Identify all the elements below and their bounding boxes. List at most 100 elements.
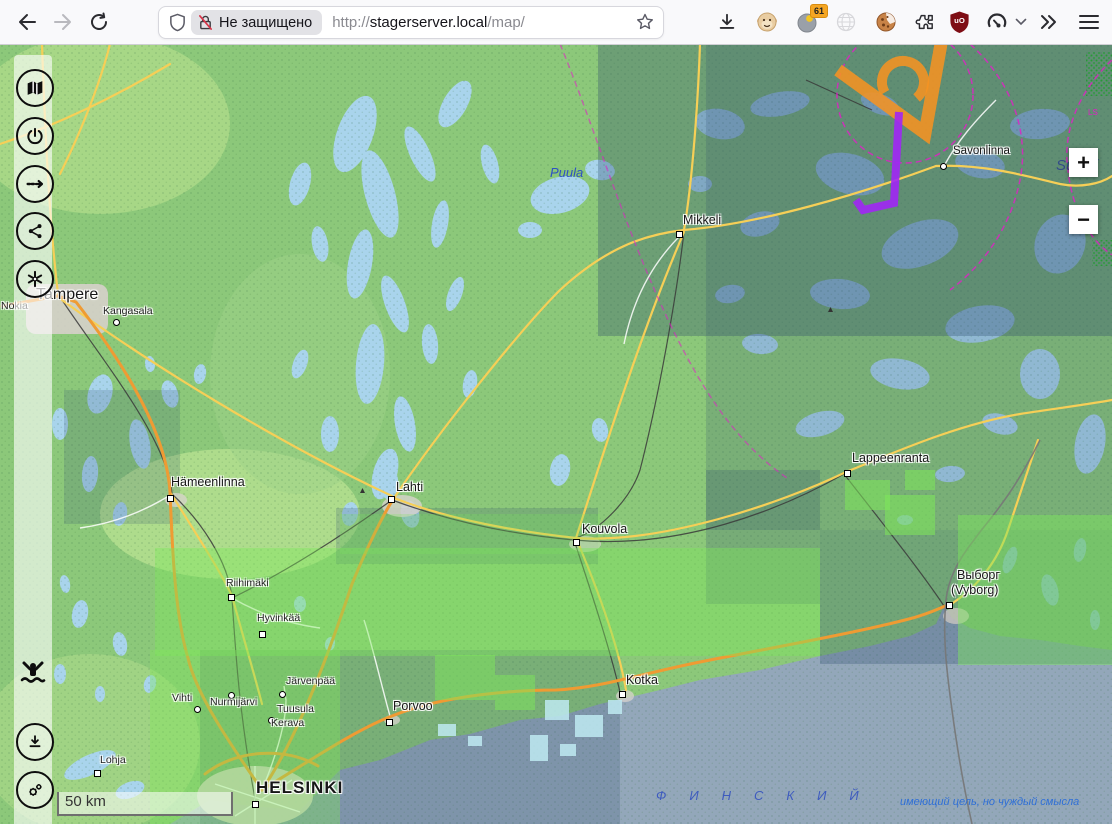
map-label: Vihti	[172, 692, 192, 704]
map-label: Kotka	[626, 673, 658, 687]
asterisk-icon	[25, 269, 45, 289]
town-marker	[386, 719, 393, 726]
globe-icon	[834, 10, 858, 34]
url-bar[interactable]: Не защищено http://stagerserver.local/ma…	[158, 6, 664, 39]
map-label: Lohja	[100, 754, 126, 766]
town-marker	[252, 801, 259, 808]
map-label: Nurmijärvi	[210, 696, 257, 708]
ublock-text: uO	[954, 16, 965, 25]
map-label: LS	[1088, 108, 1098, 117]
downloads-button[interactable]	[713, 8, 741, 36]
back-button[interactable]	[13, 8, 41, 36]
bookmark-star-button[interactable]	[635, 12, 655, 37]
reserve-hatch	[1092, 240, 1112, 266]
town-marker	[676, 231, 683, 238]
double-chevron-right-icon	[1040, 14, 1058, 30]
puzzle-piece-icon	[915, 11, 938, 34]
map-label: имеющий цель, но чуждый смысла	[900, 796, 1079, 808]
map-label: Lappeenranta	[852, 451, 929, 465]
track-play-button[interactable]	[16, 165, 54, 203]
shield-permissions-icon[interactable]	[168, 12, 187, 33]
monkey-icon	[755, 10, 779, 34]
town-marker	[946, 602, 953, 609]
town-marker	[573, 539, 580, 546]
cookie-icon	[874, 10, 898, 34]
hamburger-menu-icon	[1079, 14, 1099, 30]
share-button[interactable]	[16, 212, 54, 250]
browser-window: Не защищено http://stagerserver.local/ma…	[0, 0, 1112, 824]
dashes-arrow-icon	[24, 173, 46, 195]
gears-icon	[25, 780, 45, 800]
map-label: Porvoo	[393, 699, 433, 713]
app-menu-button[interactable]	[1075, 8, 1103, 36]
gauge-extension-button[interactable]	[983, 8, 1011, 36]
map-label: Puula	[550, 165, 583, 180]
map-label: Hämeenlinna	[171, 475, 245, 489]
town-marker	[844, 470, 851, 477]
map-label: Kerava	[271, 717, 304, 729]
toolbar-overflow-button[interactable]	[1035, 8, 1063, 36]
scale-bar: 50 km	[57, 792, 233, 816]
town-marker	[228, 594, 235, 601]
zoom-in-button[interactable]: +	[1069, 148, 1098, 177]
town-marker	[388, 496, 395, 503]
ublock-origin-button[interactable]: uO	[945, 8, 973, 36]
map-canvas[interactable]: TampereNokiaKangasalaHämeenlinnaRiihimäk…	[0, 44, 1112, 824]
map-label: Riihimäki	[226, 577, 269, 589]
url-scheme: http://	[332, 14, 370, 31]
security-pill[interactable]: Не защищено	[191, 10, 322, 35]
reload-button[interactable]	[85, 8, 113, 36]
map-label: Kouvola	[582, 522, 627, 536]
map-label: Kangasala	[103, 305, 153, 317]
url-host: stagerserver.local	[370, 14, 488, 31]
map-label: Mikkeli	[683, 213, 721, 227]
extension-dropdown-button[interactable]	[1012, 8, 1030, 36]
settings-button[interactable]	[16, 771, 54, 809]
download-icon	[25, 732, 45, 752]
download-map-button[interactable]	[16, 723, 54, 761]
url-text[interactable]: http://stagerserver.local/map/	[332, 14, 525, 31]
map-label: (Vyborg)	[951, 583, 998, 597]
folded-map-icon	[24, 77, 46, 99]
back-icon	[16, 11, 38, 33]
town-marker	[940, 163, 947, 170]
cookie-extension-button[interactable]	[872, 8, 900, 36]
forward-button[interactable]	[49, 8, 77, 36]
town-marker	[94, 770, 101, 777]
badged-extension-button[interactable]: 61	[793, 8, 821, 36]
map-label: HELSINKI	[256, 778, 343, 798]
swimmer-icon	[19, 659, 47, 687]
reserve-hatch	[1086, 52, 1112, 96]
power-button[interactable]	[16, 117, 54, 155]
town-marker	[167, 495, 174, 502]
browser-toolbar: Не защищено http://stagerserver.local/ma…	[0, 0, 1112, 45]
town-marker	[113, 319, 120, 326]
power-icon	[25, 126, 45, 146]
disabled-globe-extension-button[interactable]	[832, 8, 860, 36]
map-render	[0, 44, 1112, 824]
town-marker	[194, 706, 201, 713]
map-label: Tuusula	[277, 703, 314, 715]
download-icon	[717, 12, 737, 32]
town-marker	[259, 631, 266, 638]
tampermonkey-extension-button[interactable]	[753, 8, 781, 36]
map-label: ФИНСКИЙ	[656, 788, 882, 803]
extension-badge-count: 61	[810, 4, 828, 18]
layers-button[interactable]	[16, 69, 54, 107]
security-label: Не защищено	[219, 15, 312, 31]
extensions-button[interactable]	[912, 8, 940, 36]
share-icon	[25, 221, 45, 241]
swimmer-button[interactable]	[18, 658, 48, 688]
url-path: /map/	[487, 14, 525, 31]
forward-icon	[52, 11, 74, 33]
star-icon	[635, 12, 655, 32]
ublock-shield-icon: uO	[948, 10, 971, 34]
snowflake-button[interactable]	[16, 260, 54, 298]
map-label: Lahti	[396, 480, 423, 494]
map-label: Hyvinkää	[257, 612, 300, 624]
town-marker	[279, 691, 286, 698]
zoom-out-button[interactable]: −	[1069, 205, 1098, 234]
gauge-icon	[985, 10, 1009, 34]
reload-icon	[88, 11, 110, 33]
map-label: Järvenpää	[286, 675, 335, 687]
